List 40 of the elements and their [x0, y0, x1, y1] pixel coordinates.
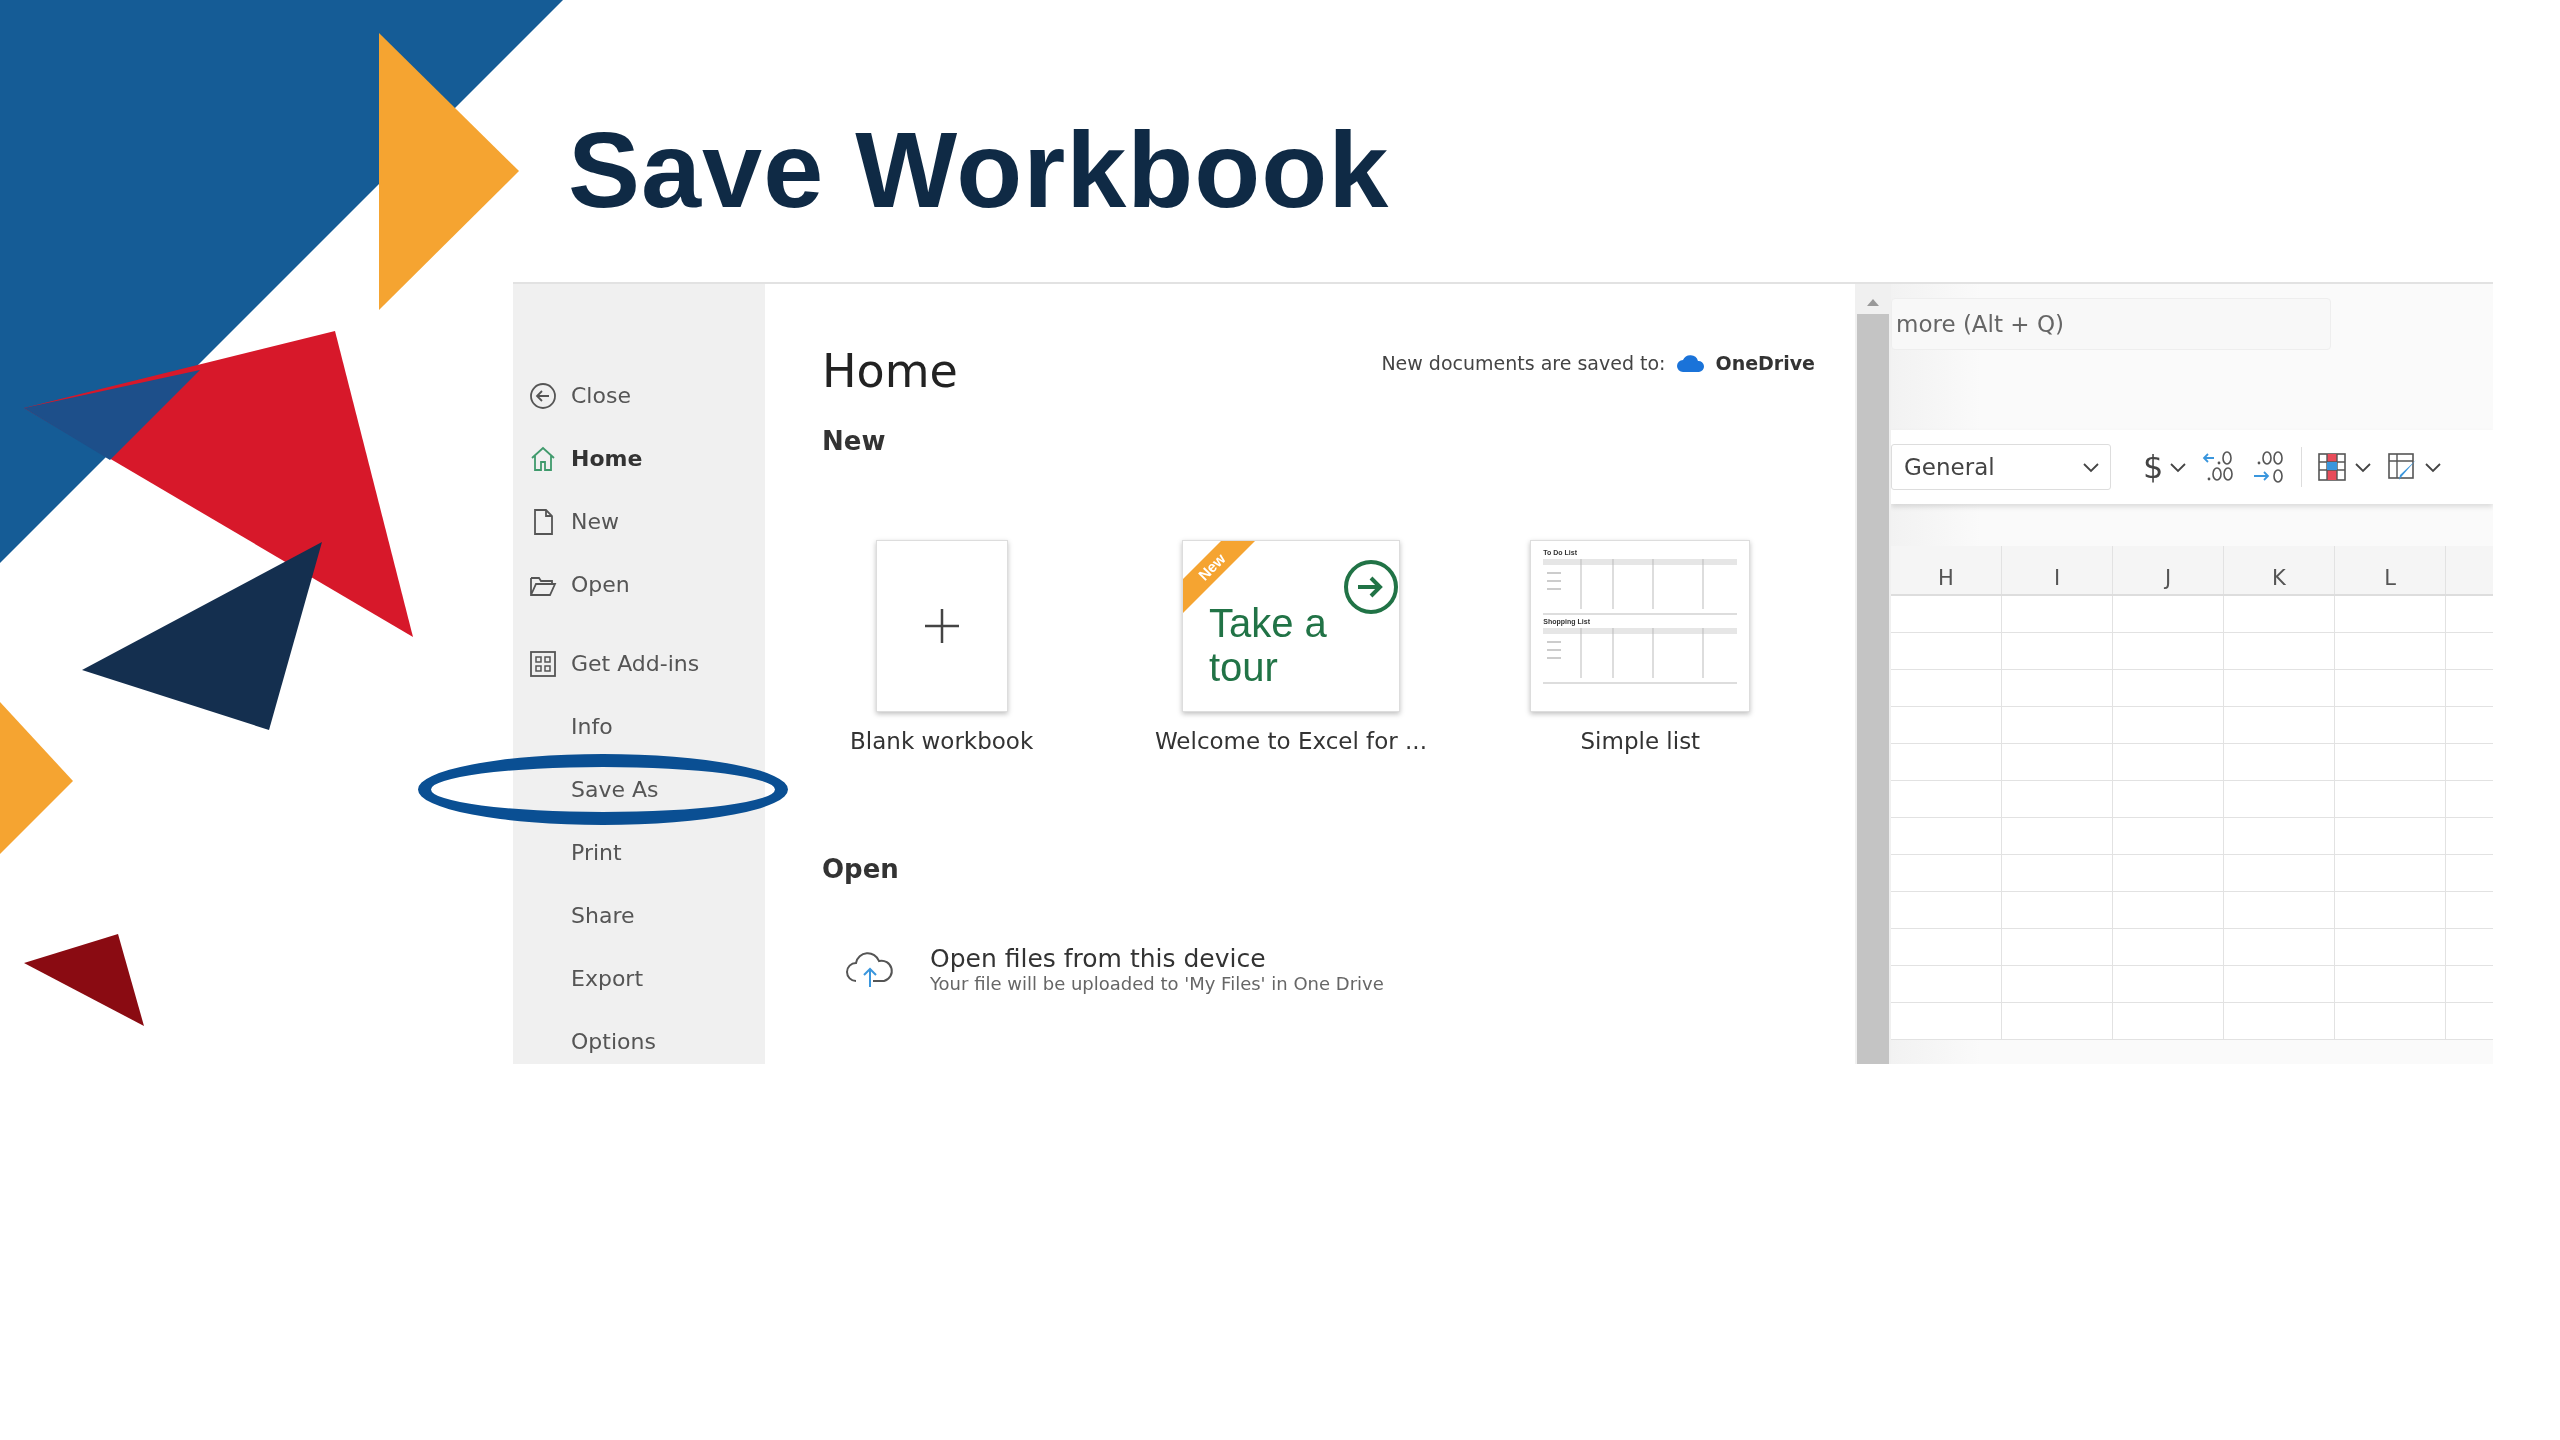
- template-caption: Simple list: [1580, 728, 1701, 754]
- sidebar-item[interactable]: Close: [513, 364, 765, 427]
- sidebar-item[interactable]: Get Add-ins: [513, 632, 765, 695]
- open-from-device-item[interactable]: Open files from this device Your file will be uploaded to 'My Files' in One Drive: [842, 944, 1384, 994]
- arrow-circle-icon: [1343, 559, 1399, 615]
- number-format-dropdown[interactable]: General: [1891, 444, 2111, 490]
- sidebar-item[interactable]: New: [513, 490, 765, 553]
- section-heading: Open: [822, 854, 900, 884]
- currency-button[interactable]: $: [2143, 448, 2188, 486]
- column-header[interactable]: J: [2113, 546, 2224, 594]
- column-header[interactable]: I: [2002, 546, 2113, 594]
- template-caption: Blank workbook: [850, 728, 1034, 754]
- sidebar-item[interactable]: Export: [513, 947, 765, 1010]
- sidebar-item[interactable]: Save As: [513, 758, 765, 821]
- grid-icon: [528, 648, 558, 679]
- sidebar-item[interactable]: Share: [513, 884, 765, 947]
- column-header[interactable]: K: [2224, 546, 2335, 594]
- page-heading: Home: [822, 344, 958, 398]
- chevron-down-icon: [2424, 461, 2443, 473]
- save-location-label: New documents are saved to:: [1381, 352, 1666, 374]
- sidebar-item[interactable]: Print: [513, 821, 765, 884]
- column-header[interactable]: L: [2335, 546, 2446, 594]
- table-grid-icon: [2316, 451, 2349, 483]
- section-heading: New: [822, 426, 887, 456]
- template-caption: Welcome to Excel for ...: [1154, 728, 1427, 754]
- slide-title: Save Workbook: [568, 116, 1391, 224]
- chevron-down-icon: [2082, 461, 2100, 473]
- chevron-down-icon: [2169, 461, 2188, 473]
- sidebar-item[interactable]: Options: [513, 1010, 765, 1073]
- sidebar-item[interactable]: Home: [513, 427, 765, 490]
- tour-title: Take a tour: [1209, 601, 1328, 689]
- cloud-icon: [1675, 353, 1706, 373]
- search-field[interactable]: more (Alt + Q): [1891, 298, 2331, 350]
- column-header[interactable]: H: [1891, 546, 2002, 594]
- borders-button[interactable]: [2316, 451, 2373, 483]
- sidebar-item[interactable]: Info: [513, 695, 765, 758]
- blank-workbook-card[interactable]: [875, 540, 1008, 712]
- sidebar-item[interactable]: Open: [513, 553, 765, 616]
- onedrive-link[interactable]: OneDrive: [1715, 352, 1815, 374]
- chevron-down-icon: [2354, 461, 2373, 473]
